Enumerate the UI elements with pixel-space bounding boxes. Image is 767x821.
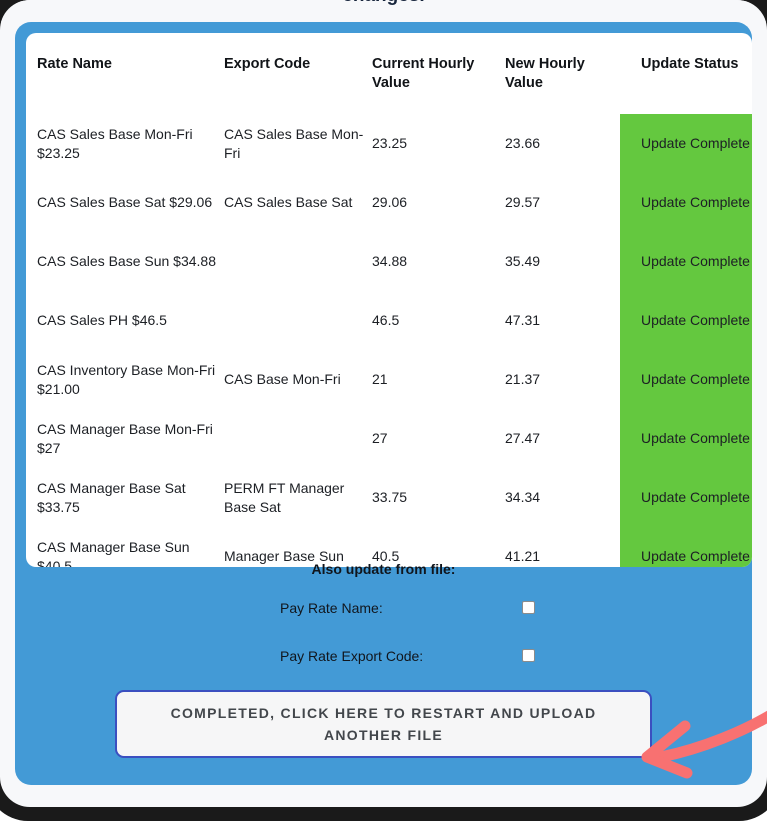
cell-new-value: 29.57	[505, 194, 541, 211]
cell-export-code	[224, 409, 372, 468]
also-update-from-file-label: Also update from file:	[311, 561, 456, 577]
cell-export-code: PERM FT Manager Base Sat	[224, 480, 345, 515]
status-badge: Update Complete	[620, 409, 752, 469]
pay-rate-export-code-label: Pay Rate Export Code:	[280, 648, 424, 664]
rates-table-card: Rate Name Export Code Current Hourly Val…	[26, 33, 752, 567]
cell-export-code	[224, 291, 372, 350]
cell-rate-name: CAS Manager Base Sat $33.75	[37, 480, 186, 515]
column-header-new-value: New Hourly Value	[505, 56, 585, 91]
cell-rate-name: CAS Manager Base Mon-Fri $27	[37, 421, 213, 456]
restart-and-upload-another-file-button[interactable]: Completed, click here to restart and upl…	[115, 690, 652, 758]
column-header-current-value: Current Hourly Value	[372, 56, 475, 91]
cell-export-code: CAS Base Mon-Fri	[224, 371, 341, 388]
cell-rate-name: CAS Inventory Base Mon-Fri $21.00	[37, 362, 216, 397]
cell-current-value: 34.88	[372, 253, 408, 270]
table-row: CAS Sales Base Mon-Fri $23.25 CAS Sales …	[26, 114, 752, 174]
column-header-export-code: Export Code	[224, 56, 311, 72]
status-badge: Update Complete	[620, 232, 752, 292]
cell-export-code	[224, 232, 372, 291]
column-header-rate-name: Rate Name	[37, 56, 112, 72]
cell-new-value: 27.47	[505, 430, 541, 447]
table-row: CAS Sales Base Sun $34.88 34.88 35.49 Up…	[26, 232, 752, 292]
status-badge: Update Complete	[620, 291, 752, 351]
cell-new-value: 35.49	[505, 253, 541, 270]
status-badge: Update Complete	[620, 173, 752, 233]
cell-current-value: 33.75	[372, 489, 408, 506]
cell-new-value: 21.37	[505, 371, 541, 388]
cell-current-value: 23.25	[372, 135, 408, 152]
table-row: CAS Inventory Base Mon-Fri $21.00 CAS Ba…	[26, 350, 752, 410]
cell-current-value: 29.06	[372, 194, 408, 211]
cell-export-code: CAS Sales Base Sat	[224, 194, 353, 211]
cell-new-value: 47.31	[505, 312, 541, 329]
cutoff-heading-text: changes.	[0, 0, 767, 7]
status-badge: Update Complete	[620, 468, 752, 528]
pay-rate-name-label: Pay Rate Name:	[280, 600, 383, 616]
status-badge: Update Complete	[620, 350, 752, 410]
cell-rate-name: CAS Sales PH $46.5	[37, 312, 167, 329]
cell-new-value: 23.66	[505, 135, 541, 152]
pay-rate-export-code-checkbox[interactable]	[522, 649, 535, 662]
cell-export-code: CAS Sales Base Mon-Fri	[224, 126, 364, 161]
device-frame: changes. Rate Name Export Code Current H…	[0, 0, 767, 821]
cell-rate-name: CAS Sales Base Sun $34.88	[37, 253, 217, 270]
cell-new-value: 34.34	[505, 489, 541, 506]
table-row: CAS Manager Base Mon-Fri $27 27 27.47 Up…	[26, 409, 752, 469]
table-row: CAS Sales Base Sat $29.06 CAS Sales Base…	[26, 173, 752, 233]
rates-table: Rate Name Export Code Current Hourly Val…	[26, 33, 752, 567]
pay-rate-name-option-row: Pay Rate Name:	[280, 600, 540, 618]
cell-current-value: 21	[372, 371, 388, 388]
table-row: CAS Sales PH $46.5 46.5 47.31 Update Com…	[26, 291, 752, 351]
upload-results-panel: Rate Name Export Code Current Hourly Val…	[15, 22, 767, 785]
cell-rate-name: CAS Sales Base Sat $29.06	[37, 194, 213, 211]
restart-button-label: Completed, click here to restart and upl…	[170, 704, 597, 743]
cell-current-value: 27	[372, 430, 388, 447]
cell-rate-name: CAS Sales Base Mon-Fri $23.25	[37, 126, 193, 161]
column-header-update-status: Update Status	[641, 56, 739, 72]
rates-table-header: Rate Name Export Code Current Hourly Val…	[26, 33, 752, 114]
rates-table-body: CAS Sales Base Mon-Fri $23.25 CAS Sales …	[26, 114, 752, 567]
pay-rate-export-code-option-row: Pay Rate Export Code:	[280, 648, 540, 666]
device-screen: changes. Rate Name Export Code Current H…	[0, 0, 767, 807]
cell-current-value: 46.5	[372, 312, 400, 329]
status-badge: Update Complete	[620, 114, 752, 174]
pay-rate-name-checkbox[interactable]	[522, 601, 535, 614]
cutoff-heading-strip: changes.	[0, 0, 767, 22]
table-row: CAS Manager Base Sat $33.75 PERM FT Mana…	[26, 468, 752, 528]
table-header-row: Rate Name Export Code Current Hourly Val…	[26, 33, 752, 114]
